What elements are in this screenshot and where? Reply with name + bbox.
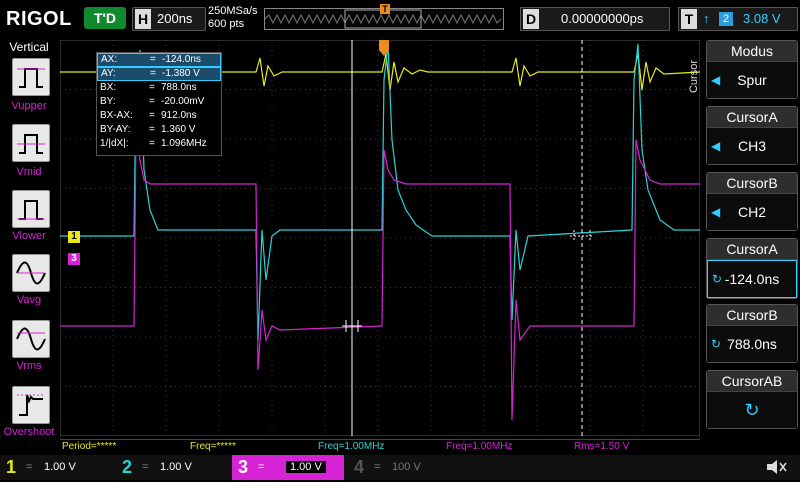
- vavg-button[interactable]: [12, 254, 50, 292]
- delay-value: 0.00000000ps: [561, 11, 644, 26]
- cursor-readout-row: BY-AY: = 1.360 V: [100, 124, 196, 135]
- cursor-ab-item[interactable]: CursorAB ↻: [706, 370, 798, 429]
- cursor-b-source-item[interactable]: CursorB ◀ CH2: [706, 172, 798, 231]
- cursor-readout-row: BX: = 788.0ns: [100, 82, 197, 93]
- delay-display[interactable]: D 0.00000000ps: [520, 7, 670, 31]
- sample-rate-info: 250MSa/s 600 pts: [208, 5, 258, 31]
- timebase-value: 200ns: [157, 11, 193, 26]
- memory-depth: 600 pts: [208, 18, 245, 30]
- dc-coupling-icon: =: [142, 461, 149, 473]
- measurement-freq-ch2[interactable]: Freq=1.00MHz: [316, 439, 444, 454]
- left-arrow-icon: ◀: [711, 205, 721, 219]
- delay-label: D: [523, 9, 539, 29]
- cursor-a-source-item[interactable]: CursorA ◀ CH3: [706, 106, 798, 165]
- channel-1-scale: 1.00 V: [44, 461, 76, 473]
- vupper-button[interactable]: [12, 58, 50, 96]
- cursor-b-position-value: 788.0ns: [727, 336, 777, 352]
- dc-coupling-icon: =: [374, 461, 381, 473]
- modus-value: Spur: [737, 72, 767, 88]
- cursor-ab-label: CursorAB: [707, 371, 797, 392]
- vavg-label: Vavg: [16, 294, 42, 306]
- channel-3-number: 3: [237, 457, 248, 477]
- cursor-readout-row: BY: = -20.00mV: [100, 96, 205, 107]
- rising-edge-icon: ↑: [703, 11, 710, 26]
- overshoot-label: Overshoot: [3, 426, 55, 438]
- channel-2-status[interactable]: 2 = 1.00 V: [116, 455, 228, 480]
- cursor-readout-row: AX: = -124.0ns: [97, 53, 221, 67]
- trigger-display[interactable]: T ↑ 2 3.08 V: [678, 7, 798, 31]
- cursor-b-source-label: CursorB: [707, 173, 797, 194]
- vrms-label: Vrms: [16, 360, 42, 372]
- rigol-logo: RIGOL: [6, 8, 72, 30]
- left-arrow-icon: ◀: [711, 73, 721, 87]
- vlower-icon: [17, 200, 45, 220]
- cursor-b-source-value: CH2: [737, 204, 766, 220]
- dc-coupling-icon: =: [258, 461, 265, 473]
- channel-3-scale: 1.00 V: [286, 461, 326, 473]
- measurement-rms[interactable]: Rms=1.50 V: [572, 439, 700, 454]
- trigger-source-badge: 2: [719, 12, 733, 26]
- run-stop-button[interactable]: T'D: [84, 7, 126, 29]
- vlower-button[interactable]: [12, 190, 50, 228]
- trigger-position-marker: T: [380, 4, 390, 14]
- horizontal-timebase[interactable]: H 200ns: [132, 7, 206, 31]
- cursor-readout-row: 1/|dX|: = 1.096MHz: [100, 138, 207, 149]
- cursor-b-position-label: CursorB: [707, 305, 797, 326]
- vertical-menu-title: Vertical: [9, 40, 49, 54]
- overshoot-icon: [17, 394, 45, 416]
- cursor-readout-row: BX-AX: = 912.0ns: [100, 110, 197, 121]
- cursor-a-position-label: CursorA: [707, 239, 797, 260]
- channel-1-status[interactable]: 1 = 1.00 V: [0, 455, 112, 480]
- channel-4-number: 4: [353, 457, 364, 477]
- trigger-level: 3.08 V: [743, 11, 781, 26]
- vlower-label: Vlower: [12, 230, 46, 242]
- cursor-a-source-label: CursorA: [707, 107, 797, 128]
- left-arrow-icon: ◀: [711, 139, 721, 153]
- vupper-icon: [17, 68, 45, 88]
- ch1-level-marker[interactable]: 1: [68, 231, 80, 243]
- vavg-icon: [16, 261, 46, 285]
- horizontal-label: H: [135, 9, 151, 29]
- sample-rate: 250MSa/s: [208, 5, 258, 17]
- overshoot-button[interactable]: [12, 386, 50, 424]
- vmid-label: Vmid: [16, 166, 42, 178]
- cursor-readout-row: AY: = -1.380 V: [97, 67, 221, 81]
- rotate-knob-icon: ↻: [711, 337, 722, 351]
- vmid-icon: [17, 134, 45, 154]
- trigger-label: T: [681, 9, 697, 29]
- channel-3-status[interactable]: 3 = 1.00 V: [232, 455, 344, 480]
- vrms-icon: [16, 327, 46, 351]
- channel-2-number: 2: [121, 457, 132, 477]
- cursor-b-position-item[interactable]: CursorB ↻ 788.0ns: [706, 304, 798, 363]
- measurement-period[interactable]: Period=*****: [60, 439, 188, 454]
- channel-1-number: 1: [5, 457, 16, 477]
- cursor-a-source-value: CH3: [737, 138, 766, 154]
- cursor-menu-title: Cursor: [688, 60, 700, 94]
- modus-menu-item[interactable]: Modus ◀ Spur: [706, 40, 798, 99]
- channel-4-scale: 100 V: [392, 461, 421, 473]
- measurement-freq-ch3[interactable]: Freq=1.00MHz: [444, 439, 572, 454]
- ch3-level-marker[interactable]: 3: [68, 253, 80, 265]
- measurement-freq-ch1[interactable]: Freq=*****: [188, 439, 316, 454]
- speaker-mute-icon[interactable]: [764, 457, 788, 477]
- vmid-button[interactable]: [12, 124, 50, 162]
- vupper-label: Vupper: [11, 100, 47, 112]
- vrms-button[interactable]: [12, 320, 50, 358]
- modus-label: Modus: [707, 41, 797, 62]
- cursor-a-position-item[interactable]: CursorA ↻ -124.0ns: [706, 238, 798, 299]
- channel-4-status[interactable]: 4 = 100 V: [348, 455, 460, 480]
- cursor-a-position-value: -124.0ns: [724, 271, 780, 287]
- rotate-knob-icon: ↻: [712, 272, 723, 286]
- rotate-knob-icon: ↻: [707, 392, 797, 428]
- dc-coupling-icon: =: [26, 461, 33, 473]
- cursor-readout-panel: AX: = -124.0ns AY: = -1.380 V BX: = 788.0ns BY…: [96, 52, 222, 156]
- channel-2-scale: 1.00 V: [160, 461, 192, 473]
